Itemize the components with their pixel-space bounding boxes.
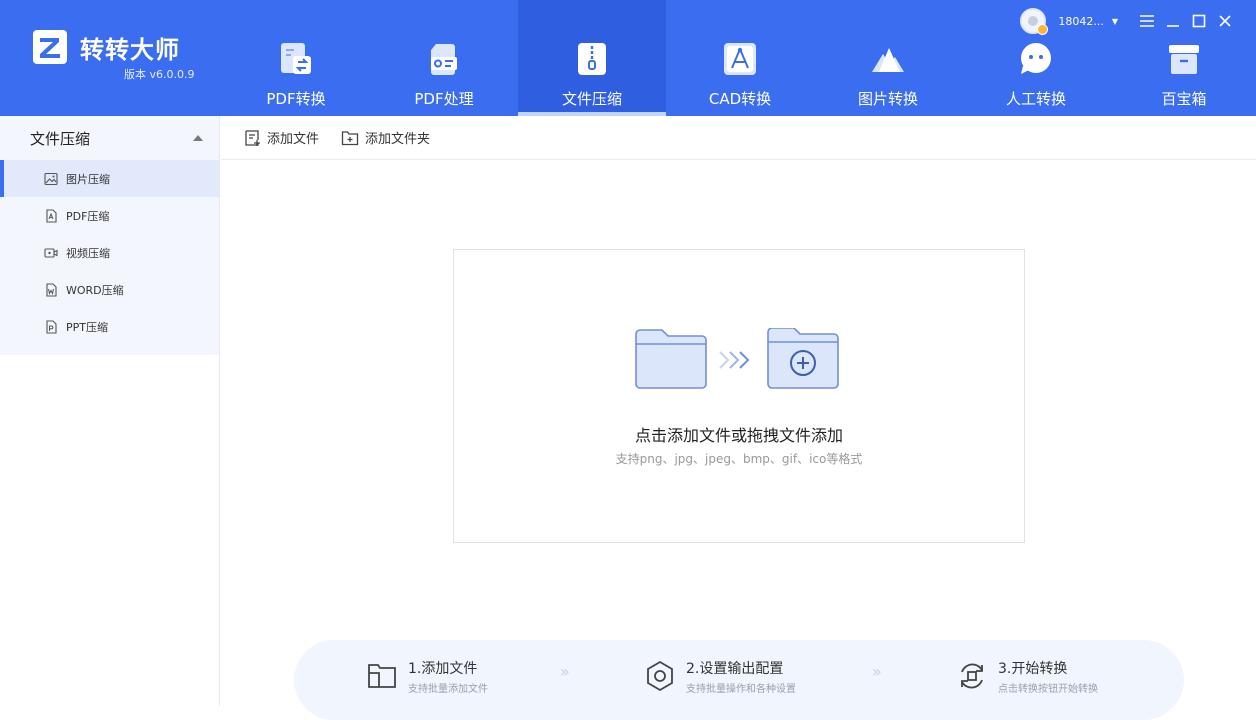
- sidebar-item-label: WORD压缩: [66, 283, 124, 297]
- sidebar-item-video-compress[interactable]: 视频压缩: [0, 234, 219, 271]
- window-topbar: 18042... ▼: [1020, 8, 1238, 35]
- tab-image-convert[interactable]: 图片转换: [814, 0, 962, 116]
- drop-title: 点击添加文件或拖拽文件添加: [634, 426, 843, 445]
- collapse-caret-icon[interactable]: [193, 135, 203, 141]
- step-add-file: 1.添加文件 支持批量添加文件: [366, 656, 488, 696]
- tab-label: CAD转换: [708, 90, 772, 108]
- app-logo: 转转大师 版本 v6.0.0.9: [32, 26, 212, 86]
- minimize-icon[interactable]: [1160, 8, 1186, 34]
- step-subtitle: 点击转换按钮开始转换: [998, 683, 1098, 695]
- chevrons-right-icon: [719, 351, 750, 369]
- add-folder-icon: [341, 130, 359, 145]
- add-folder-button[interactable]: 添加文件夹: [341, 128, 430, 147]
- sidebar-group-compress: 文件压缩 图片压缩 PDF压缩 视频压缩 WORD压缩 PPT压缩: [0, 116, 219, 355]
- step-subtitle: 支持批量添加文件: [408, 683, 488, 695]
- toolbox-icon: [1169, 45, 1199, 74]
- toolbar: 添加文件 添加文件夹: [221, 116, 1256, 160]
- drop-illustration: [635, 328, 839, 389]
- step-output-config: 2.设置输出配置 支持批量操作和各种设置: [644, 656, 796, 696]
- app-version: 版本 v6.0.0.9: [124, 68, 195, 81]
- drop-subtitle: 支持png、jpg、jpeg、bmp、gif、ico等格式: [615, 452, 863, 466]
- step-title: 2.设置输出配置: [686, 660, 784, 677]
- pdf-file-icon: [46, 208, 57, 223]
- cad-icon: [724, 43, 756, 75]
- chat-icon: [1021, 43, 1051, 74]
- vip-badge-icon: [1037, 24, 1049, 35]
- sidebar-item-label: 图片压缩: [66, 172, 110, 186]
- image-icon: [44, 172, 58, 185]
- menu-icon[interactable]: [1134, 8, 1160, 34]
- username[interactable]: 18042...: [1058, 15, 1103, 28]
- tab-pdf-convert[interactable]: PDF转换: [222, 0, 370, 116]
- add-file-label: 添加文件: [267, 132, 320, 147]
- sidebar: 文件压缩 图片压缩 PDF压缩 视频压缩 WORD压缩 PPT压缩: [0, 116, 220, 706]
- z-logo-icon: [33, 30, 67, 64]
- add-folder-label: 添加文件夹: [365, 132, 431, 147]
- sidebar-item-label: PDF压缩: [66, 209, 110, 223]
- tab-pdf-process[interactable]: PDF处理: [370, 0, 518, 116]
- tab-label: 百宝箱: [1161, 90, 1207, 108]
- sidebar-item-label: PPT压缩: [66, 320, 108, 334]
- tab-label: PDF转换: [266, 90, 326, 108]
- convert-step-icon: [961, 663, 983, 689]
- sidebar-item-word-compress[interactable]: WORD压缩: [0, 271, 219, 308]
- step-arrow-icon: ››: [872, 662, 882, 681]
- video-icon: [44, 247, 58, 258]
- pdf-convert-icon: [281, 43, 311, 74]
- step-title: 3.开始转换: [998, 660, 1068, 677]
- file-drop-zone[interactable]: 点击添加文件或拖拽文件添加 支持png、jpg、jpeg、bmp、gif、ico…: [453, 249, 1025, 543]
- user-avatar[interactable]: [1020, 8, 1049, 35]
- step-subtitle: 支持批量操作和各种设置: [686, 683, 796, 695]
- settings-step-icon: [647, 660, 673, 692]
- ppt-file-icon: [46, 319, 57, 334]
- add-file-button[interactable]: 添加文件: [243, 128, 319, 147]
- close-icon[interactable]: [1212, 8, 1238, 34]
- tab-file-compress[interactable]: 文件压缩: [518, 0, 666, 116]
- steps-guide: 1.添加文件 支持批量添加文件 ›› 2.设置输出配置 支持批量操作和各种设置 …: [294, 640, 1184, 720]
- app-name: 转转大师: [80, 36, 180, 64]
- main-panel: 添加文件 添加文件夹 点击添加文件或拖拽文件添加 支持png、jpg、jpeg、…: [221, 116, 1256, 720]
- tab-label: PDF处理: [414, 90, 474, 108]
- folder-step-icon: [368, 664, 396, 688]
- add-file-icon: [245, 129, 260, 146]
- sidebar-item-image-compress[interactable]: 图片压缩: [0, 160, 219, 197]
- folder-plus-icon: [767, 328, 839, 389]
- sidebar-item-ppt-compress[interactable]: PPT压缩: [0, 308, 219, 345]
- folder-icon: [635, 329, 707, 389]
- tab-label: 图片转换: [857, 90, 918, 108]
- image-convert-icon: [872, 48, 904, 72]
- sidebar-group-title: 文件压缩: [30, 129, 91, 148]
- tab-cad-convert[interactable]: CAD转换: [666, 0, 814, 116]
- step-start-convert: 3.开始转换 点击转换按钮开始转换: [956, 656, 1098, 696]
- zip-icon: [578, 43, 606, 75]
- pdf-process-icon: [431, 44, 457, 75]
- maximize-icon[interactable]: [1186, 8, 1212, 34]
- tab-label: 人工转换: [1005, 90, 1066, 108]
- caret-down-icon[interactable]: ▼: [1112, 17, 1118, 26]
- step-title: 1.添加文件: [408, 660, 478, 677]
- step-arrow-icon: ››: [560, 662, 570, 681]
- word-file-icon: [46, 282, 57, 297]
- tab-label: 文件压缩: [561, 90, 622, 108]
- sidebar-item-label: 视频压缩: [66, 246, 110, 260]
- sidebar-group-header[interactable]: 文件压缩: [0, 116, 219, 160]
- sidebar-item-pdf-compress[interactable]: PDF压缩: [0, 197, 219, 234]
- app-header: 转转大师 版本 v6.0.0.9 PDF转换 PDF处理 文件压缩 CAD转换 …: [0, 0, 1256, 116]
